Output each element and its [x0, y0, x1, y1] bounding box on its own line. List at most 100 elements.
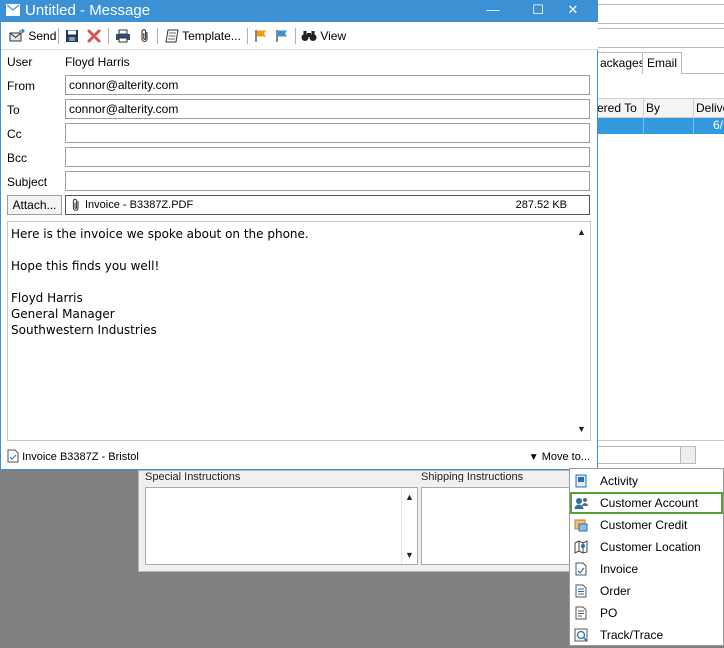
template-button[interactable]: Template...: [165, 27, 241, 45]
divider: [597, 440, 724, 441]
move-to-menu: Activity Customer Account Customer Credi…: [569, 468, 724, 646]
menu-item-label: PO: [600, 606, 618, 620]
special-instructions-label: Special Instructions: [145, 471, 241, 482]
toolbar-separator: [247, 28, 248, 44]
menu-item-label: Customer Location: [600, 540, 701, 554]
grid-selected-row[interactable]: 6/: [597, 118, 724, 134]
binoculars-icon: [301, 30, 317, 41]
flag-orange-button[interactable]: [254, 27, 268, 45]
user-value: Floyd Harris: [65, 55, 130, 69]
menu-item-label: Customer Credit: [600, 518, 688, 532]
order-icon: [575, 584, 587, 598]
activity-icon: [575, 474, 587, 488]
scroll-down-icon[interactable]: ▼: [405, 550, 414, 560]
from-label: From: [7, 79, 35, 93]
toolbar-separator: [108, 28, 109, 44]
column-by[interactable]: By: [643, 99, 693, 118]
toolbar: Send Template... View: [1, 22, 598, 50]
maximize-button[interactable]: ☐: [523, 0, 553, 22]
subject-label: Subject: [7, 175, 48, 189]
menu-item-order[interactable]: Order: [570, 580, 723, 602]
blue-flag-icon: [276, 29, 287, 42]
toolbar-separator: [157, 28, 158, 44]
send-icon: [9, 28, 25, 42]
delete-button[interactable]: [87, 27, 101, 45]
column-ordered-to[interactable]: ered To: [595, 99, 643, 118]
customer-location-icon: [574, 540, 588, 554]
toolbar-separator: [58, 28, 59, 44]
minimize-button[interactable]: —: [478, 0, 508, 22]
attachment-file-name[interactable]: Invoice - B3387Z.PDF: [85, 198, 193, 212]
customer-credit-icon: [574, 519, 588, 532]
background-input-1[interactable]: [597, 4, 724, 24]
menu-item-invoice[interactable]: Invoice: [570, 558, 723, 580]
grid-cell: [643, 118, 693, 134]
linked-record[interactable]: Invoice B3387Z - Bristol: [7, 449, 139, 464]
message-body-text[interactable]: Here is the invoice we spoke about on th…: [11, 226, 571, 338]
background-dropdown-button[interactable]: [680, 446, 696, 464]
save-icon: [66, 29, 78, 42]
menu-item-customer-credit[interactable]: Customer Credit: [570, 514, 723, 536]
view-button[interactable]: View: [301, 27, 346, 45]
attach-button[interactable]: Attach...: [7, 195, 62, 215]
scroll-up-icon[interactable]: ▲: [577, 227, 586, 237]
save-button[interactable]: [65, 27, 79, 45]
user-label: User: [7, 55, 33, 69]
window-title: Untitled - Message: [25, 2, 151, 19]
shipping-instructions-label: Shipping Instructions: [421, 471, 524, 482]
attachment-file-size: 287.52 KB: [515, 199, 567, 211]
menu-item-activity[interactable]: Activity: [570, 470, 723, 492]
special-instructions-textarea[interactable]: ▲ ▼: [145, 487, 418, 565]
to-label: To: [7, 103, 20, 117]
background-tab-strip: ackages Email: [595, 52, 724, 74]
message-body[interactable]: Here is the invoice we spoke about on th…: [7, 221, 591, 441]
customer-account-icon: [574, 498, 588, 509]
move-to-label: Move to...: [541, 451, 590, 463]
menu-item-customer-location[interactable]: Customer Location: [570, 536, 723, 558]
cc-field[interactable]: [65, 123, 590, 143]
subject-field[interactable]: [65, 171, 590, 191]
cc-label: Cc: [7, 127, 22, 141]
scroll-down-icon[interactable]: ▼: [577, 424, 586, 434]
attach-toolbar-button[interactable]: [139, 27, 151, 45]
message-body-scrollbar[interactable]: ▲ ▼: [573, 222, 590, 440]
po-icon: [575, 606, 587, 620]
instructions-panel: Special Instructions Shipping Instructio…: [138, 470, 571, 572]
flag-blue-button[interactable]: [275, 27, 289, 45]
view-label: View: [320, 29, 347, 43]
template-icon: [165, 29, 179, 43]
menu-item-label: Activity: [600, 474, 639, 488]
shipping-instructions-textarea[interactable]: [421, 487, 571, 565]
menu-item-label: Order: [600, 584, 631, 598]
bcc-field[interactable]: [65, 147, 590, 167]
scroll-up-icon[interactable]: ▲: [405, 492, 414, 502]
attachment-box[interactable]: Invoice - B3387Z.PDF 287.52 KB: [65, 195, 590, 215]
background-input-2[interactable]: [597, 28, 724, 48]
move-to-button[interactable]: ▼ Move to...: [529, 450, 590, 465]
dropdown-arrow-icon: ▼: [528, 452, 539, 463]
column-delivered[interactable]: Delive: [693, 99, 724, 118]
message-window: Untitled - Message — ☐ ✕ Send Template..…: [0, 0, 598, 470]
track-trace-icon: [574, 628, 588, 642]
menu-item-track-trace[interactable]: Track/Trace: [570, 624, 723, 646]
message-window-icon: [6, 4, 20, 16]
invoice-icon: [575, 562, 587, 576]
menu-item-customer-account[interactable]: Customer Account: [570, 492, 723, 514]
delete-icon: [87, 29, 101, 43]
close-button[interactable]: ✕: [558, 0, 588, 22]
menu-item-po[interactable]: PO: [570, 602, 723, 624]
grid-header: ered To By Delive: [597, 98, 724, 118]
toolbar-separator: [295, 28, 296, 44]
print-button[interactable]: [115, 27, 131, 45]
menu-item-label: Customer Account: [600, 496, 699, 510]
grid-cell-date: 6/: [693, 118, 724, 134]
background-app-window: ackages Email ered To By Delive 6/: [595, 0, 724, 470]
message-footer: Invoice B3387Z - Bristol ▼ Move to...: [1, 447, 598, 469]
to-field[interactable]: connor@alterity.com: [65, 99, 590, 119]
tab-email[interactable]: Email: [642, 52, 683, 74]
orange-flag-icon: [255, 29, 266, 42]
title-bar[interactable]: Untitled - Message — ☐ ✕: [1, 0, 598, 22]
send-button[interactable]: Send: [9, 27, 56, 45]
from-field[interactable]: connor@alterity.com: [65, 75, 590, 95]
scrollbar[interactable]: ▲ ▼: [401, 488, 417, 564]
